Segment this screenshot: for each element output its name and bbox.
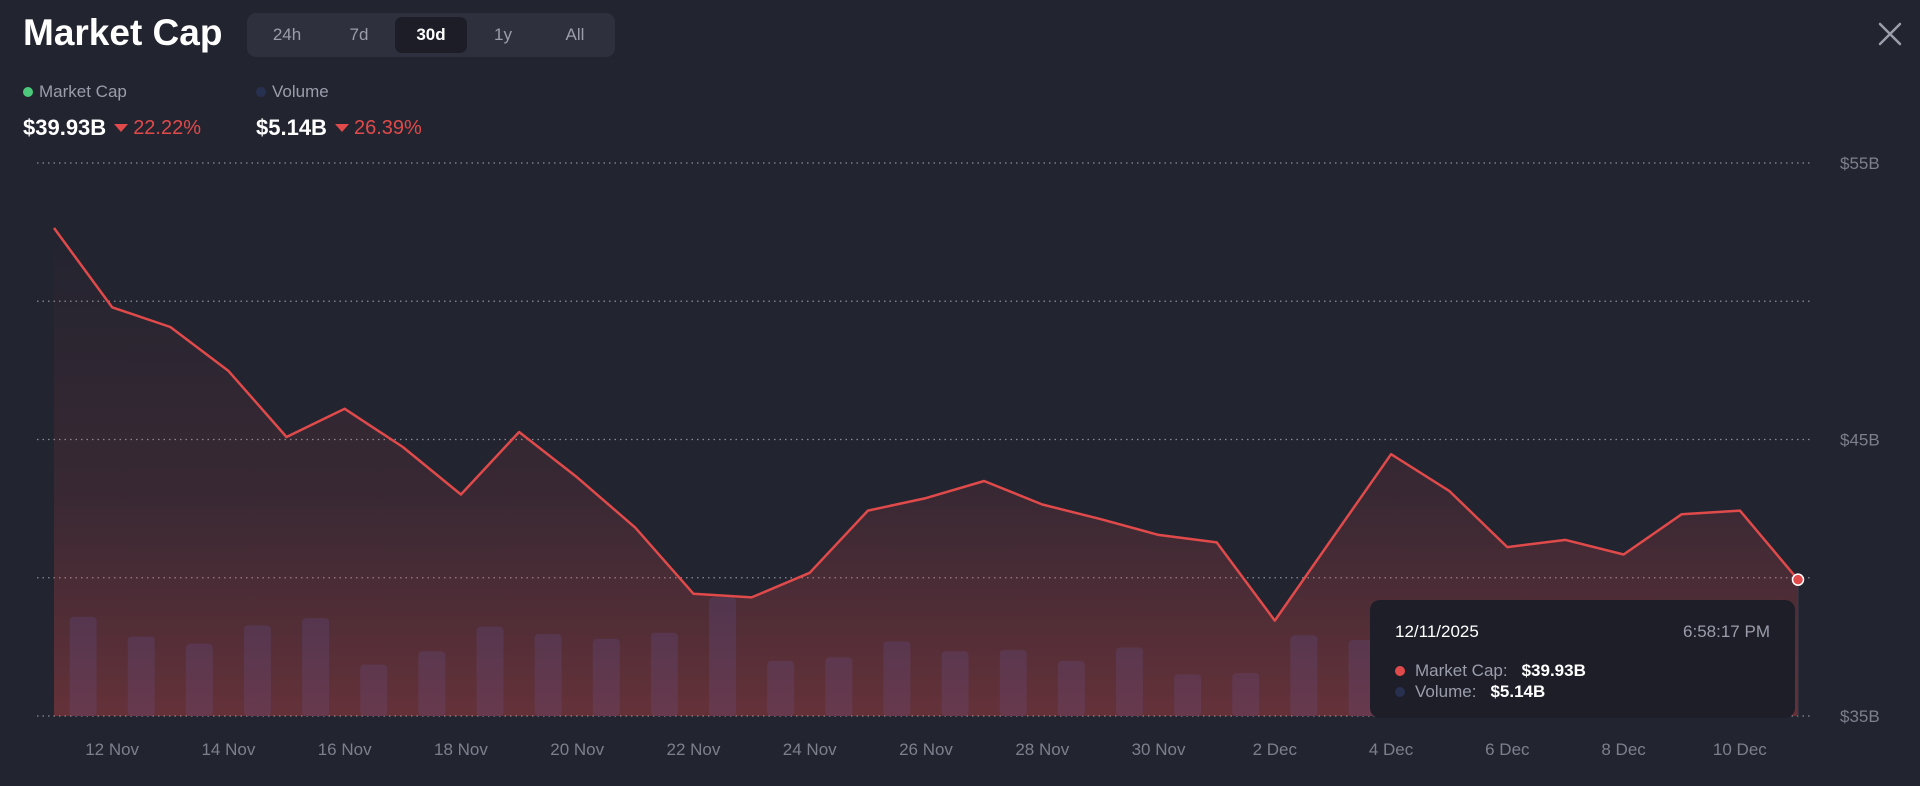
- x-tick-label: 4 Dec: [1369, 740, 1414, 759]
- x-tick-label: 30 Nov: [1132, 740, 1186, 759]
- y-tick-label: $55B: [1840, 154, 1880, 173]
- chart-tooltip: 12/11/2025 6:58:17 PM Market Cap: $39.93B…: [1370, 600, 1795, 718]
- volume-dot-icon: [1395, 686, 1405, 697]
- y-tick-label: $35B: [1840, 707, 1880, 726]
- market-cap-dot-icon: [1395, 665, 1405, 676]
- x-tick-label: 26 Nov: [899, 740, 953, 759]
- x-tick-label: 6 Dec: [1485, 740, 1530, 759]
- tooltip-time: 6:58:17 PM: [1683, 622, 1770, 641]
- tooltip-date: 12/11/2025: [1395, 622, 1479, 641]
- y-tick-label: $45B: [1840, 431, 1880, 450]
- tooltip-market-cap-value: $39.93B: [1521, 661, 1586, 680]
- x-tick-label: 20 Nov: [550, 740, 604, 759]
- tooltip-volume-label: Volume:: [1415, 682, 1477, 701]
- x-tick-label: 22 Nov: [667, 740, 721, 759]
- x-tick-label: 28 Nov: [1015, 740, 1069, 759]
- x-tick-label: 24 Nov: [783, 740, 837, 759]
- tooltip-market-cap-label: Market Cap:: [1415, 661, 1508, 680]
- x-tick-label: 2 Dec: [1253, 740, 1298, 759]
- x-tick-label: 10 Dec: [1713, 740, 1767, 759]
- x-tick-label: 16 Nov: [318, 740, 372, 759]
- x-tick-label: 12 Nov: [85, 740, 139, 759]
- x-tick-label: 8 Dec: [1601, 740, 1646, 759]
- x-tick-label: 14 Nov: [201, 740, 255, 759]
- x-tick-label: 18 Nov: [434, 740, 488, 759]
- tooltip-volume-value: $5.14B: [1490, 682, 1546, 701]
- market-cap-point[interactable]: [1791, 573, 1805, 586]
